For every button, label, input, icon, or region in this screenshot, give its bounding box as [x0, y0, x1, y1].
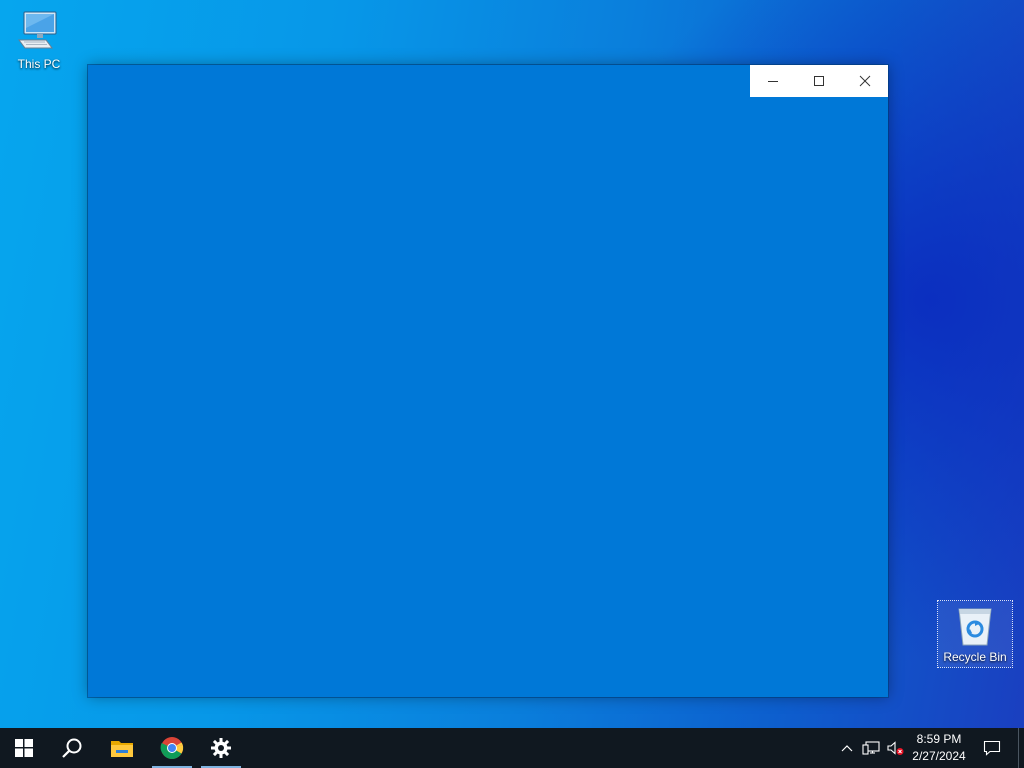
clock-date: 2/27/2024 [912, 749, 966, 763]
windows-logo-icon [15, 739, 33, 757]
network-icon [862, 741, 880, 755]
app-window[interactable] [88, 65, 888, 697]
notification-icon [983, 740, 1001, 756]
chevron-up-icon [841, 745, 853, 752]
volume-muted-icon [887, 741, 904, 755]
tray-network-button[interactable] [860, 728, 882, 768]
minimize-icon [768, 81, 778, 82]
tray-volume-button[interactable] [884, 728, 906, 768]
maximize-icon [814, 76, 824, 86]
taskbar-settings[interactable] [201, 728, 241, 768]
desktop: This PC Recycle Bin [0, 0, 1024, 728]
desktop-icon-label: This PC [17, 57, 61, 71]
close-icon [859, 75, 871, 87]
maximize-button[interactable] [796, 65, 842, 97]
close-button[interactable] [842, 65, 888, 97]
search-button[interactable] [52, 728, 92, 768]
minimize-button[interactable] [750, 65, 796, 97]
desktop-icon-recycle-bin[interactable]: Recycle Bin [937, 600, 1013, 668]
tray-overflow-button[interactable] [838, 728, 856, 768]
chrome-icon [160, 737, 184, 759]
computer-icon [2, 8, 76, 57]
taskbar-chrome[interactable] [152, 728, 192, 768]
desktop-icon-this-pc[interactable]: This PC [2, 8, 76, 71]
search-icon [62, 738, 82, 758]
taskbar-clock[interactable]: 8:59 PM 2/27/2024 [906, 728, 972, 768]
action-center-button[interactable] [978, 728, 1006, 768]
recycle-bin-icon [938, 603, 1012, 650]
folder-icon [111, 741, 133, 757]
show-desktop-button[interactable] [1018, 728, 1024, 768]
window-controls [750, 65, 888, 97]
gear-icon [211, 738, 231, 758]
start-button[interactable] [4, 728, 44, 768]
clock-time: 8:59 PM [916, 732, 962, 746]
taskbar-file-explorer[interactable] [102, 728, 142, 768]
desktop-icon-label: Recycle Bin [943, 650, 1007, 664]
taskbar: 8:59 PM 2/27/2024 [0, 728, 1024, 768]
